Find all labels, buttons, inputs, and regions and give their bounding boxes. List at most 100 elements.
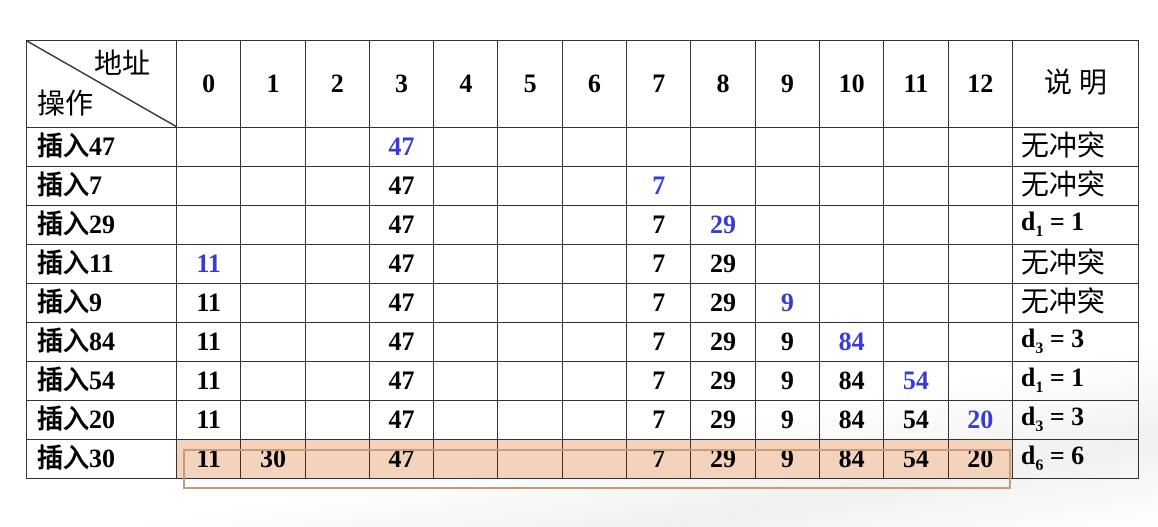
address-cell-12 (947, 205, 1013, 245)
address-cell-2 (304, 205, 370, 245)
address-cell-3: 47 (368, 322, 435, 362)
address-cell-1 (240, 400, 306, 440)
address-cell-12 (947, 166, 1013, 206)
distance-symbol: d (1020, 363, 1036, 393)
table-row: 插入30 11 30 47 7 29 9 84 54 20 d6 = 6 (26, 439, 1139, 479)
address-cell-7: 7 (626, 244, 692, 284)
table-row: 插入11 11 47 7 29 无冲突 (26, 244, 1139, 284)
address-cell-5 (497, 205, 563, 245)
address-cell-10 (818, 127, 885, 167)
address-cell-12: 20 (947, 400, 1013, 440)
table-row: 插入47 47 无冲突 (26, 127, 1139, 167)
address-cell-9: 9 (754, 439, 820, 479)
address-cell-9: 9 (754, 322, 820, 362)
address-cell-6 (561, 361, 628, 401)
header-address-3: 3 (368, 40, 435, 128)
address-cell-2 (304, 361, 370, 401)
address-cell-1 (240, 283, 306, 323)
table-row: 插入20 11 47 7 29 9 84 54 20 d3 = 3 (26, 400, 1139, 440)
distance-value: = 3 (1043, 324, 1085, 354)
distance-value: = 3 (1043, 402, 1085, 432)
operation-cell: 插入7 (26, 166, 177, 206)
address-cell-0: 11 (175, 283, 242, 323)
header-row: 地址 操作 0 1 2 3 4 5 6 7 8 9 10 11 12 说 明 (26, 40, 1139, 128)
address-cell-11: 54 (883, 361, 949, 401)
address-cell-4 (433, 439, 499, 479)
distance-symbol: d (1020, 207, 1036, 237)
address-cell-3: 47 (368, 127, 435, 167)
address-cell-6 (561, 205, 628, 245)
table-row: 插入7 47 7 无冲突 (26, 166, 1139, 206)
note-cell: 无冲突 (1011, 127, 1139, 167)
table-row: 插入84 11 47 7 29 9 84 d3 = 3 (26, 322, 1139, 362)
operation-cell: 插入84 (26, 322, 177, 362)
address-cell-0 (175, 166, 242, 206)
address-cell-2 (304, 283, 370, 323)
address-cell-12 (947, 322, 1013, 362)
address-cell-11 (883, 205, 949, 245)
address-cell-1 (240, 244, 306, 284)
address-cell-8 (690, 166, 756, 206)
address-cell-1 (240, 361, 306, 401)
address-cell-9 (754, 205, 820, 245)
distance-value: = 1 (1043, 363, 1085, 393)
note-cell: 无冲突 (1011, 283, 1139, 323)
address-cell-4 (433, 322, 499, 362)
address-cell-7: 7 (626, 283, 692, 323)
address-cell-11 (883, 244, 949, 284)
header-address-4: 4 (433, 40, 499, 128)
address-cell-0: 11 (175, 322, 242, 362)
address-cell-9: 9 (754, 400, 820, 440)
address-cell-10: 84 (818, 322, 885, 362)
header-address-11: 11 (883, 40, 949, 128)
header-address-label: 地址 (93, 49, 150, 80)
address-cell-7: 7 (626, 439, 692, 479)
address-cell-9 (754, 127, 820, 167)
note-cell: 无冲突 (1011, 166, 1139, 206)
address-cell-11 (883, 166, 949, 206)
address-cell-9 (754, 244, 820, 284)
table-row: 插入29 47 7 29 d1 = 1 (26, 205, 1139, 245)
address-cell-2 (304, 166, 370, 206)
header-address-9: 9 (754, 40, 820, 128)
address-cell-12 (947, 244, 1013, 284)
header-address-0: 0 (175, 40, 242, 128)
address-cell-6 (561, 244, 628, 284)
header-note: 说 明 (1011, 40, 1139, 128)
address-cell-0 (175, 205, 242, 245)
address-cell-1 (240, 127, 306, 167)
address-cell-1 (240, 166, 306, 206)
address-cell-12 (947, 127, 1013, 167)
address-cell-9: 9 (754, 361, 820, 401)
header-address-8: 8 (690, 40, 756, 128)
address-cell-6 (561, 439, 628, 479)
address-cell-5 (497, 244, 563, 284)
note-cell: d3 = 3 (1011, 322, 1139, 362)
address-cell-0 (175, 127, 242, 167)
address-cell-4 (433, 205, 499, 245)
address-cell-10: 84 (818, 361, 885, 401)
distance-symbol: d (1020, 402, 1036, 432)
address-cell-8 (690, 127, 756, 167)
address-cell-7: 7 (626, 166, 692, 206)
address-cell-8: 29 (690, 205, 756, 245)
address-cell-3: 47 (368, 244, 435, 284)
address-cell-10 (818, 283, 885, 323)
address-cell-11 (883, 127, 949, 167)
address-cell-4 (433, 244, 499, 284)
distance-symbol: d (1020, 324, 1036, 354)
address-cell-3: 47 (368, 361, 435, 401)
operation-cell: 插入20 (26, 400, 177, 440)
address-cell-8: 29 (690, 322, 756, 362)
address-cell-6 (561, 127, 628, 167)
address-cell-10 (818, 244, 885, 284)
header-address-6: 6 (561, 40, 628, 128)
address-cell-3: 47 (368, 283, 435, 323)
address-cell-0: 11 (175, 244, 242, 284)
address-cell-0: 11 (175, 439, 242, 479)
address-cell-7 (626, 127, 692, 167)
address-cell-11 (883, 322, 949, 362)
address-cell-4 (433, 400, 499, 440)
address-cell-1 (240, 322, 306, 362)
operation-cell: 插入30 (26, 439, 177, 479)
